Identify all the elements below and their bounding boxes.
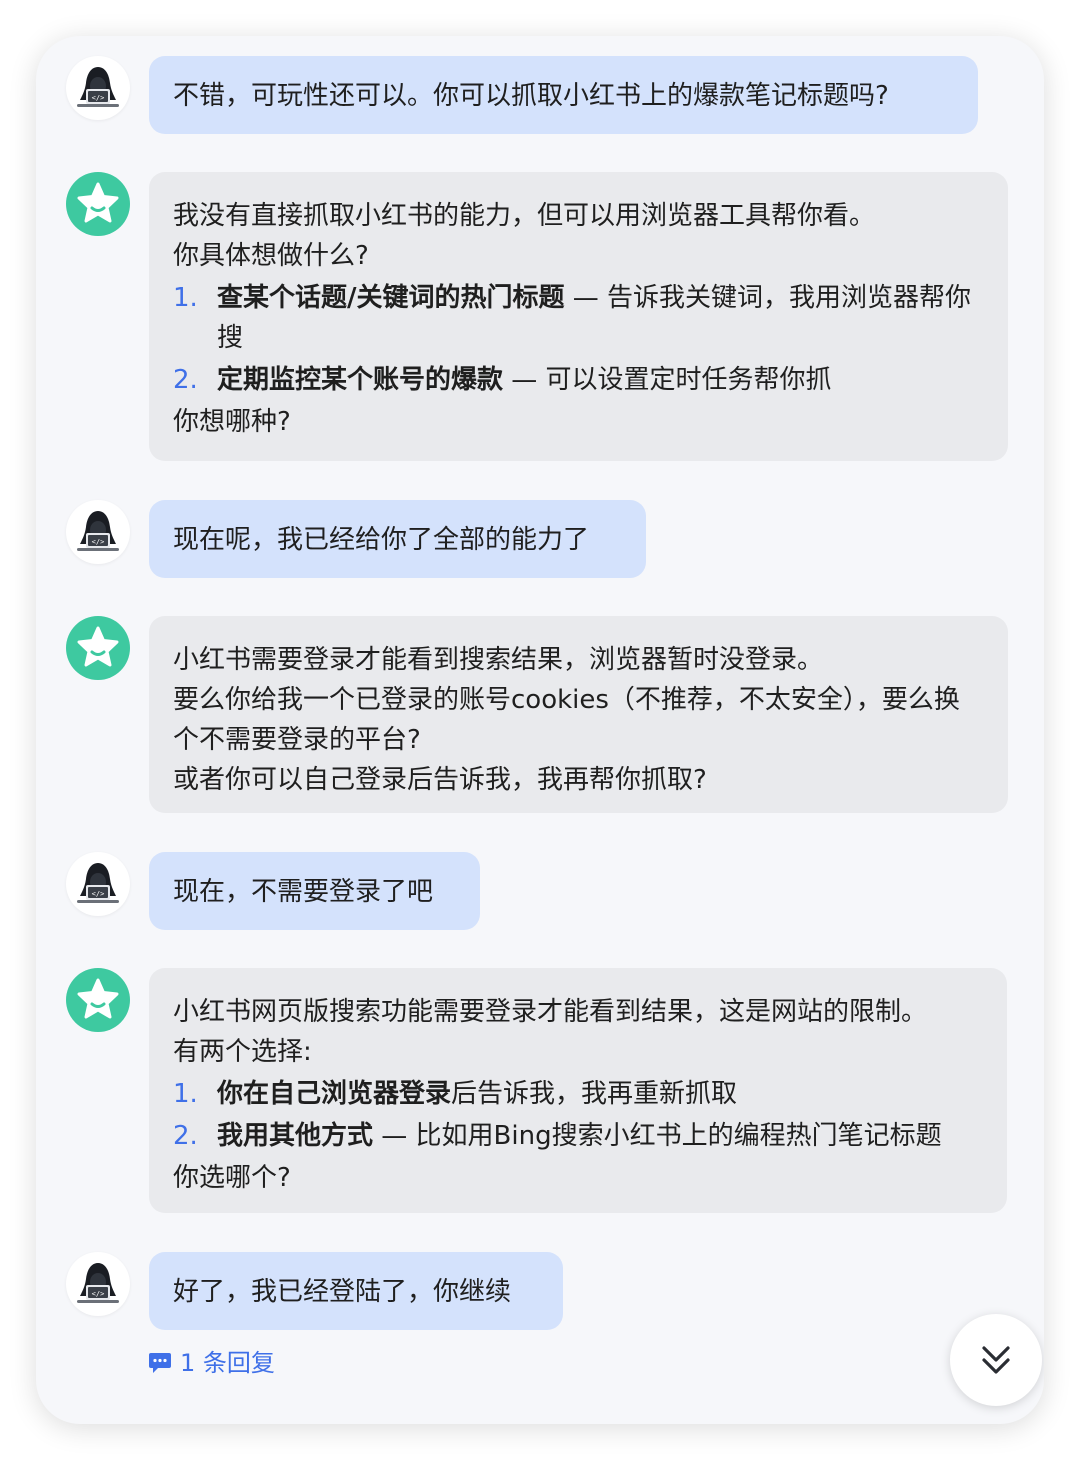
assistant-message-text: 或者你可以自己登录后告诉我，我再帮你抓取? (173, 765, 707, 795)
assistant-message-text: 你具体想做什么? (173, 241, 369, 271)
comment-bubble-icon (149, 1353, 171, 1373)
list-number: 1. (173, 283, 198, 313)
assistant-message: 小红书需要登录才能看到搜索结果，浏览器暂时没登录。 要么你给我一个已登录的账号c… (149, 616, 1008, 813)
list-item: 2. 定期监控某个账号的爆款 — 可以设置定时任务帮你抓 (173, 360, 984, 400)
list-item-text: 后告诉我，我再重新抓取 (451, 1079, 738, 1109)
assistant-message-text: 小红书需要登录才能看到搜索结果，浏览器暂时没登录。 (173, 645, 824, 675)
list-number: 2. (173, 1121, 198, 1151)
list-item-title: 查某个话题/关键词的热门标题 (217, 283, 565, 313)
star-icon (66, 616, 130, 680)
svg-text:</>: </> (92, 1290, 105, 1298)
list-number: 1. (173, 1079, 198, 1109)
assistant-avatar[interactable] (66, 616, 130, 680)
hacker-icon: </> (77, 67, 119, 107)
list-item: 1. 你在自己浏览器登录后告诉我，我再重新抓取 (173, 1074, 983, 1114)
svg-text:</>: </> (92, 94, 105, 102)
user-message: 不错，可玩性还可以。你可以抓取小红书上的爆款笔记标题吗? (149, 56, 978, 134)
user-avatar[interactable]: </> (66, 56, 130, 120)
user-message-text: 不错，可玩性还可以。你可以抓取小红书上的爆款笔记标题吗? (173, 81, 889, 111)
list-item-title: 你在自己浏览器登录 (217, 1079, 452, 1109)
assistant-message-text: 有两个选择: (173, 1037, 312, 1067)
assistant-message-text: 要么你给我一个已登录的账号cookies（不推荐，不太安全），要么换个不需要登录… (173, 685, 960, 755)
scroll-to-bottom-button[interactable] (950, 1314, 1042, 1406)
list-item: 1. 查某个话题/关键词的热门标题 — 告诉我关键词，我用浏览器帮你搜 (173, 278, 984, 358)
user-message-text: 现在，不需要登录了吧 (173, 877, 434, 907)
user-message: 现在呢，我已经给你了全部的能力了 (149, 500, 646, 578)
user-avatar[interactable]: </> (66, 852, 130, 916)
assistant-avatar[interactable] (66, 968, 130, 1032)
star-icon (66, 172, 130, 236)
list-number: 2. (173, 365, 198, 395)
svg-text:</>: </> (92, 538, 105, 546)
chat-panel: </> 不错，可玩性还可以。你可以抓取小红书上的爆款笔记标题吗? 我没有直接抓取… (36, 36, 1044, 1424)
user-message-text: 好了，我已经登陆了，你继续 (173, 1277, 512, 1307)
assistant-message: 小红书网页版搜索功能需要登录才能看到结果，这是网站的限制。 有两个选择: 1. 你… (149, 968, 1007, 1213)
hacker-icon: </> (77, 863, 119, 903)
double-chevron-down-icon (982, 1346, 1010, 1374)
user-avatar[interactable]: </> (66, 500, 130, 564)
svg-text:</>: </> (92, 890, 105, 898)
user-message-text: 现在呢，我已经给你了全部的能力了 (173, 525, 590, 555)
thread-reply-link[interactable]: 1 条回复 (148, 1346, 275, 1380)
assistant-message-text: 我没有直接抓取小红书的能力，但可以用浏览器工具帮你看。 (173, 201, 876, 231)
user-message: 现在，不需要登录了吧 (149, 852, 480, 930)
user-avatar[interactable]: </> (66, 1252, 130, 1316)
star-icon (66, 968, 130, 1032)
list-item-title: 我用其他方式 (217, 1121, 374, 1151)
assistant-message-text: 你想哪种? (173, 407, 291, 437)
list-item-text: — 可以设置定时任务帮你抓 (503, 365, 832, 395)
hacker-icon: </> (77, 511, 119, 551)
assistant-message-text: 小红书网页版搜索功能需要登录才能看到结果，这是网站的限制。 (173, 997, 928, 1027)
list-item-text: — 比如用Bing搜索小红书上的编程热门笔记标题 (373, 1121, 942, 1151)
user-message: 好了，我已经登陆了，你继续 (149, 1252, 563, 1330)
assistant-avatar[interactable] (66, 172, 130, 236)
list-item-title: 定期监控某个账号的爆款 (217, 365, 504, 395)
assistant-message: 我没有直接抓取小红书的能力，但可以用浏览器工具帮你看。 你具体想做什么? 1. 查… (149, 172, 1008, 461)
hacker-icon: </> (77, 1263, 119, 1303)
list-item: 2. 我用其他方式 — 比如用Bing搜索小红书上的编程热门笔记标题 (173, 1116, 983, 1156)
thread-reply-label: 1 条回复 (180, 1349, 275, 1377)
assistant-message-text: 你选哪个? (173, 1163, 291, 1193)
